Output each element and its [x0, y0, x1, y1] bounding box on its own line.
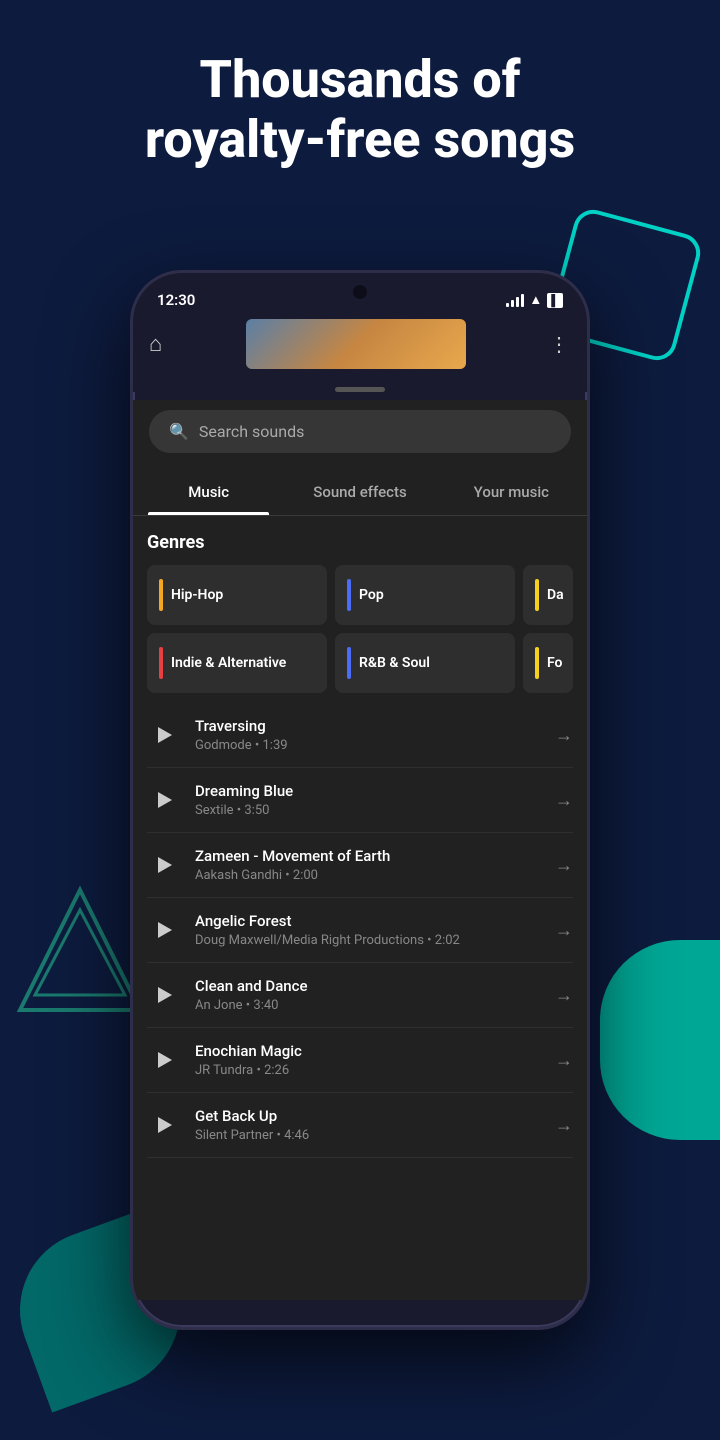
track-info: Dreaming Blue Sextile • 3:50: [195, 782, 543, 818]
play-icon: [158, 727, 172, 743]
genres-section: Genres Hip-Hop Pop Da: [133, 516, 587, 703]
genres-title: Genres: [147, 532, 573, 553]
track-item[interactable]: Zameen - Movement of Earth Aakash Gandhi…: [147, 833, 573, 898]
track-meta: Aakash Gandhi • 2:00: [195, 868, 543, 883]
genre-accent: [347, 647, 351, 679]
genre-accent: [535, 579, 539, 611]
track-item[interactable]: Clean and Dance An Jone • 3:40 →: [147, 963, 573, 1028]
play-icon: [158, 922, 172, 938]
track-arrow[interactable]: →: [555, 855, 573, 876]
track-item[interactable]: Enochian Magic JR Tundra • 2:26 →: [147, 1028, 573, 1093]
track-name: Get Back Up: [195, 1107, 543, 1125]
track-arrow[interactable]: →: [555, 985, 573, 1006]
track-arrow[interactable]: →: [555, 1115, 573, 1136]
genre-hip-hop[interactable]: Hip-Hop: [147, 565, 327, 625]
search-bar[interactable]: 🔍 Search sounds: [149, 410, 571, 453]
deco-wave: [600, 940, 720, 1140]
play-icon: [158, 1052, 172, 1068]
tab-bar: Music Sound effects Your music: [133, 469, 587, 516]
track-item[interactable]: Get Back Up Silent Partner • 4:46 →: [147, 1093, 573, 1158]
headline-line2: royalty-free songs: [145, 109, 575, 170]
play-button[interactable]: [147, 847, 183, 883]
track-arrow[interactable]: →: [555, 1050, 573, 1071]
track-meta: Silent Partner • 4:46: [195, 1128, 543, 1143]
track-meta: Sextile • 3:50: [195, 803, 543, 818]
track-list: Traversing Godmode • 1:39 → Dreaming Blu…: [133, 703, 587, 1158]
genre-pop[interactable]: Pop: [335, 565, 515, 625]
play-button[interactable]: [147, 912, 183, 948]
track-arrow[interactable]: →: [555, 920, 573, 941]
track-name: Traversing: [195, 717, 543, 735]
play-button[interactable]: [147, 1107, 183, 1143]
track-info: Traversing Godmode • 1:39: [195, 717, 543, 753]
track-item[interactable]: Dreaming Blue Sextile • 3:50 →: [147, 768, 573, 833]
track-arrow[interactable]: →: [555, 790, 573, 811]
track-info: Angelic Forest Doug Maxwell/Media Right …: [195, 912, 543, 948]
drag-handle: [335, 387, 385, 392]
wifi-icon: ▲: [529, 292, 542, 308]
battery-icon: ▌: [547, 293, 563, 308]
genre-indie[interactable]: Indie & Alternative: [147, 633, 327, 693]
track-meta: An Jone • 3:40: [195, 998, 543, 1013]
track-name: Dreaming Blue: [195, 782, 543, 800]
genre-accent: [159, 647, 163, 679]
tab-sound-effects[interactable]: Sound effects: [284, 469, 435, 515]
status-time: 12:30: [157, 291, 195, 309]
track-item[interactable]: Traversing Godmode • 1:39 →: [147, 703, 573, 768]
play-button[interactable]: [147, 717, 183, 753]
genre-accent: [347, 579, 351, 611]
search-icon: 🔍: [169, 422, 189, 441]
search-section: 🔍 Search sounds: [133, 400, 587, 469]
track-name: Angelic Forest: [195, 912, 543, 930]
menu-icon[interactable]: ⋮: [549, 332, 571, 356]
track-meta: Godmode • 1:39: [195, 738, 543, 753]
play-button[interactable]: [147, 1042, 183, 1078]
track-info: Zameen - Movement of Earth Aakash Gandhi…: [195, 847, 543, 883]
genre-accent: [535, 647, 539, 679]
genre-dance-partial[interactable]: Da: [523, 565, 573, 625]
track-name: Clean and Dance: [195, 977, 543, 995]
camera-notch: [353, 285, 367, 299]
search-input[interactable]: Search sounds: [199, 422, 304, 441]
genre-folk-partial[interactable]: Fo: [523, 633, 573, 693]
tab-your-music[interactable]: Your music: [436, 469, 587, 515]
play-button[interactable]: [147, 977, 183, 1013]
play-icon: [158, 792, 172, 808]
track-meta: Doug Maxwell/Media Right Productions • 2…: [195, 933, 543, 948]
track-info: Get Back Up Silent Partner • 4:46: [195, 1107, 543, 1143]
deco-triangle: [10, 880, 150, 1020]
headline: Thousands of royalty-free songs: [0, 50, 720, 170]
track-arrow[interactable]: →: [555, 725, 573, 746]
track-name: Enochian Magic: [195, 1042, 543, 1060]
genre-rnb[interactable]: R&B & Soul: [335, 633, 515, 693]
track-info: Enochian Magic JR Tundra • 2:26: [195, 1042, 543, 1078]
play-icon: [158, 987, 172, 1003]
home-icon[interactable]: ⌂: [149, 331, 162, 357]
track-meta: JR Tundra • 2:26: [195, 1063, 543, 1078]
track-info: Clean and Dance An Jone • 3:40: [195, 977, 543, 1013]
phone-mockup: 12:30 ▲ ▌ ⌂ ⋮ 🔍 Search: [130, 270, 590, 1330]
genres-grid: Hip-Hop Pop Da Indie & Alternative: [147, 565, 573, 693]
play-button[interactable]: [147, 782, 183, 818]
status-icons: ▲ ▌: [506, 292, 563, 308]
thumbnail-preview: [246, 319, 466, 369]
track-item[interactable]: Angelic Forest Doug Maxwell/Media Right …: [147, 898, 573, 963]
phone-screen: 12:30 ▲ ▌ ⌂ ⋮ 🔍 Search: [130, 270, 590, 1330]
headline-line1: Thousands of: [200, 49, 521, 110]
tab-music[interactable]: Music: [133, 469, 284, 515]
genre-accent: [159, 579, 163, 611]
signal-bars: [506, 294, 524, 307]
track-name: Zameen - Movement of Earth: [195, 847, 543, 865]
phone-content: 🔍 Search sounds Music Sound effects Your…: [133, 400, 587, 1300]
play-icon: [158, 1117, 172, 1133]
app-header: ⌂ ⋮: [133, 313, 587, 375]
play-icon: [158, 857, 172, 873]
